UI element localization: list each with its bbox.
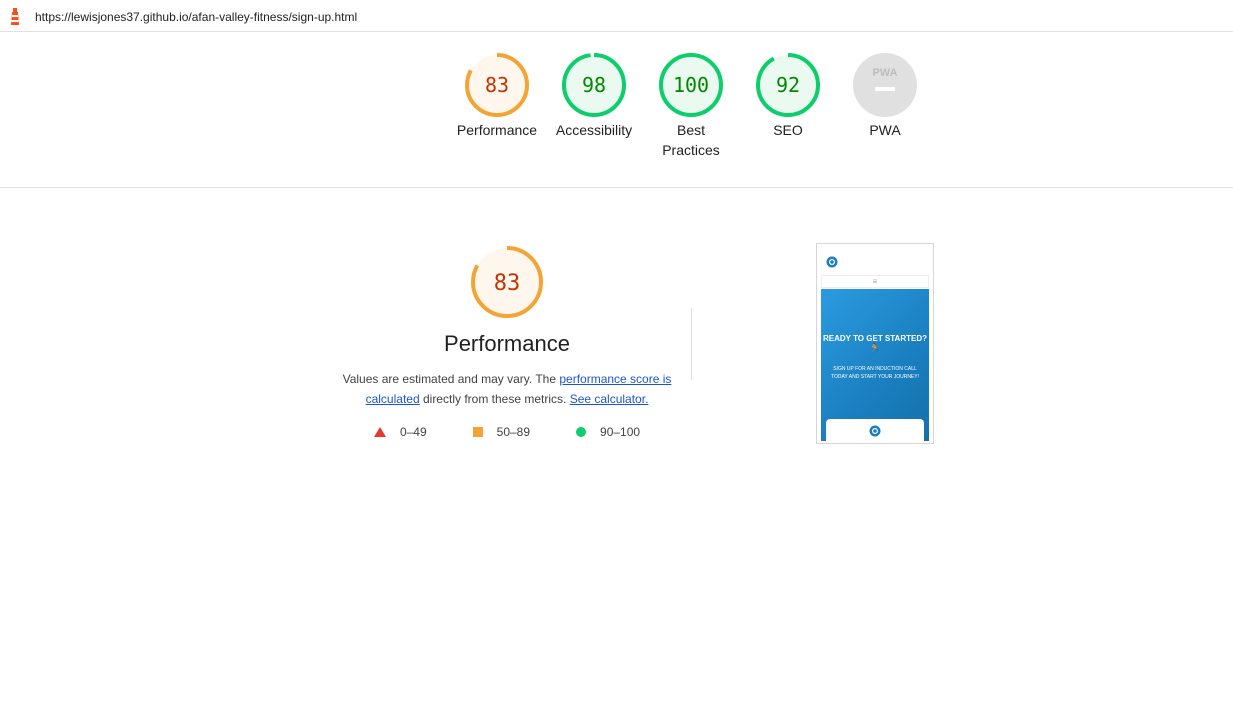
performance-gauge-icon: 83	[465, 53, 529, 117]
legend-fail: 0–49	[373, 425, 427, 439]
legend-average: 50–89	[472, 425, 531, 439]
gauge-label: Accessibility	[555, 122, 633, 138]
gauge-label: Performance	[456, 122, 538, 138]
accessibility-gauge-icon: 98	[562, 53, 626, 117]
hero-subtitle: SIGN UP FOR AN INDUCTION CALL TODAY AND …	[831, 366, 919, 380]
hero-title: READY TO GET STARTED?	[822, 334, 927, 343]
score-legend: 0–49 50–89 90–100	[340, 425, 674, 439]
lighthouse-icon	[11, 8, 19, 25]
performance-summary: 83 Performance Values are estimated and …	[340, 245, 674, 439]
pwa-badge-icon: PWA	[853, 53, 917, 117]
pwa-badge-text: PWA	[872, 67, 897, 79]
legend-range: 0–49	[399, 425, 427, 439]
runner-icon: 🏃	[869, 343, 881, 353]
gauge-pwa[interactable]: PWA PWA	[835, 52, 935, 140]
performance-description: Values are estimated and may vary. The p…	[342, 369, 672, 409]
score-gauges: 83 Performance 98 Accessibility 100 Best…	[0, 32, 1233, 188]
gauge-label: PWA	[869, 122, 901, 138]
url-bar: https://lewisjones37.github.io/afan-vall…	[0, 0, 1233, 32]
description-text: directly from these metrics.	[419, 392, 570, 406]
legend-range: 90–100	[600, 425, 641, 439]
performance-score: 83	[494, 271, 521, 296]
description-text: Values are estimated and may vary. The	[342, 372, 560, 386]
seo-gauge-icon: 92	[756, 53, 820, 117]
gauge-label: Best Practices	[662, 122, 720, 158]
gauge-score: 98	[582, 73, 606, 97]
fail-triangle-icon	[373, 427, 386, 437]
gauge-seo[interactable]: 92 SEO	[738, 52, 838, 140]
performance-title: Performance	[444, 331, 570, 356]
legend-pass: 90–100	[576, 425, 640, 439]
screenshot-hero: READY TO GET STARTED? 🏃 SIGN UP FOR AN I…	[821, 289, 929, 441]
hamburger-menu-icon: ≡	[821, 275, 929, 288]
gauge-score: 92	[776, 73, 800, 97]
performance-large-gauge-icon: 83	[471, 246, 543, 318]
gauge-accessibility[interactable]: 98 Accessibility	[544, 52, 644, 140]
gauge-performance[interactable]: 83 Performance	[447, 52, 547, 140]
best-practices-gauge-icon: 100	[659, 53, 723, 117]
site-logo-icon	[826, 256, 838, 268]
gauge-best-practices[interactable]: 100 Best Practices	[641, 52, 741, 160]
vertical-divider	[691, 308, 692, 380]
legend-range: 50–89	[496, 425, 531, 439]
see-calculator-link[interactable]: See calculator.	[570, 392, 649, 406]
final-screenshot[interactable]: ≡ READY TO GET STARTED? 🏃 SIGN UP FOR AN…	[816, 243, 934, 444]
page-url: https://lewisjones37.github.io/afan-vall…	[35, 10, 358, 24]
gauge-label: SEO	[773, 122, 803, 138]
pass-circle-icon	[576, 427, 587, 437]
screenshot-card	[826, 419, 924, 441]
gauge-score: 83	[485, 73, 509, 97]
gauge-score: 100	[673, 73, 709, 97]
site-logo-icon	[869, 425, 881, 437]
average-square-icon	[472, 427, 483, 437]
